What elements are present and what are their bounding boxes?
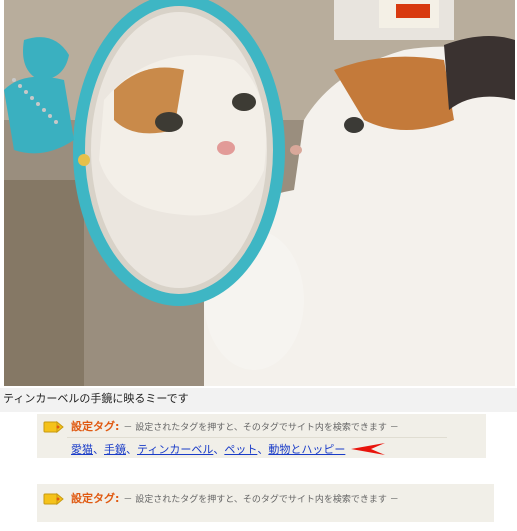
tag-header: 設定タグ: － 設定されたタグを押すと、そのタグでサイト内を検索できます －	[43, 418, 480, 434]
tag-description: － 設定されたタグを押すと、そのタグでサイト内を検索できます －	[123, 422, 399, 433]
tag-header: 設定タグ: － 設定されたタグを押すと、そのタグでサイト内を検索できます －	[43, 490, 488, 506]
tag-title: 設定タグ:	[71, 492, 120, 505]
tag-separator: 、	[213, 443, 225, 456]
red-arrow-icon	[351, 443, 386, 455]
tag-list: 愛猫、 手鏡、 ティンカーベル、 ペット、 動物とハッピー	[43, 441, 480, 457]
tag-link-aineko[interactable]: 愛猫	[71, 441, 93, 457]
tag-link-animals-happy[interactable]: 動物とハッピー	[268, 441, 345, 457]
tag-link-pet[interactable]: ペット	[224, 441, 257, 457]
cat-photo	[4, 0, 515, 386]
page: ティンカーベルの手鏡に映るミーです 設定タグ: － 設定されたタグを押すと、その…	[0, 0, 517, 531]
tag-description: － 設定されたタグを押すと、そのタグでサイト内を検索できます －	[123, 494, 399, 505]
tag-separator: 、	[257, 443, 269, 456]
tag-section-empty: 設定タグ: － 設定されたタグを押すと、そのタグでサイト内を検索できます －	[37, 484, 494, 522]
tag-separator: 、	[93, 443, 104, 456]
tag-section: 設定タグ: － 設定されたタグを押すと、そのタグでサイト内を検索できます － 愛…	[37, 414, 486, 458]
tag-link-tekagami[interactable]: 手鏡	[104, 441, 126, 457]
tag-link-tinkerbell[interactable]: ティンカーベル	[137, 441, 213, 457]
divider	[67, 437, 447, 438]
tag-separator: 、	[126, 443, 137, 456]
tag-icon	[43, 419, 65, 434]
photo-caption: ティンカーベルの手鏡に映るミーです	[0, 388, 517, 412]
tag-icon	[43, 491, 65, 506]
tag-title: 設定タグ:	[71, 420, 120, 433]
